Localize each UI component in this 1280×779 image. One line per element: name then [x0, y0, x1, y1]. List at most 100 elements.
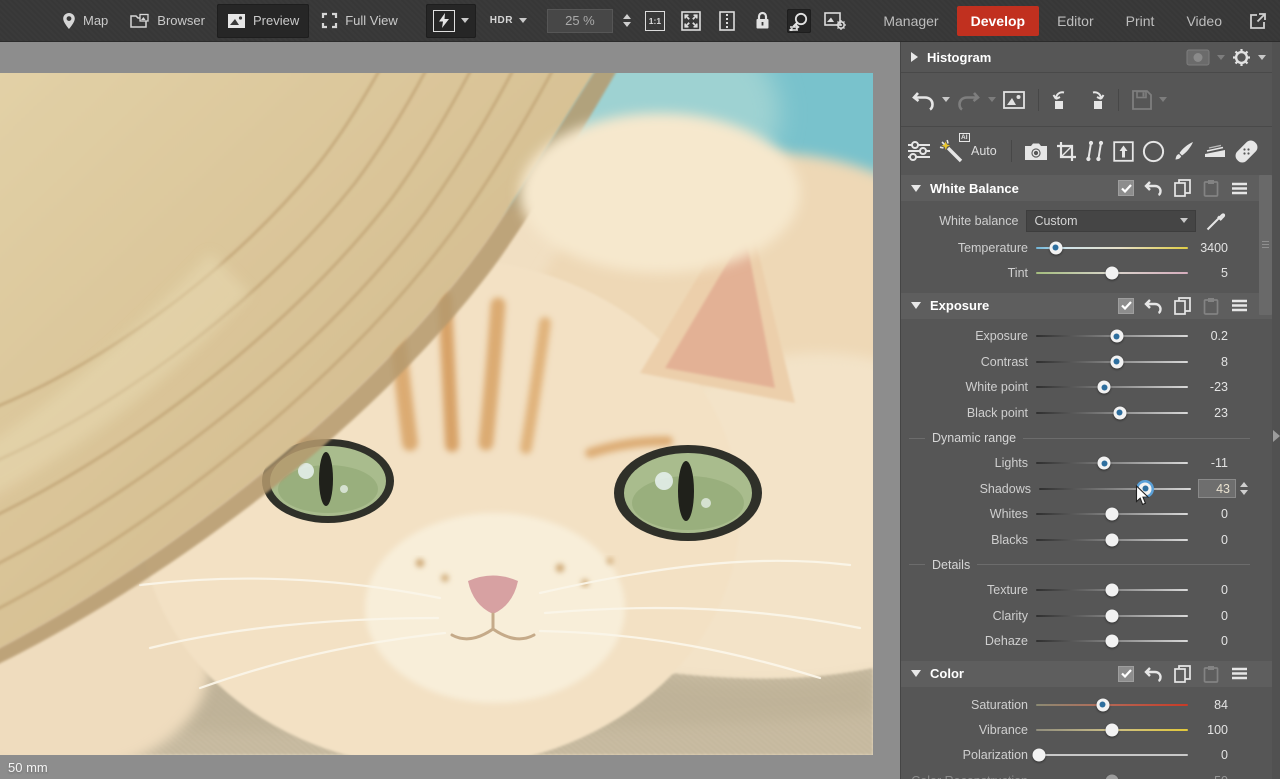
- slider-track-blacks[interactable]: [1036, 539, 1188, 541]
- section-reset-icon[interactable]: [1142, 178, 1164, 198]
- quick-edits-button[interactable]: [426, 4, 476, 38]
- slider-handle-lights[interactable]: [1098, 457, 1111, 470]
- perspective-tool-icon[interactable]: [1111, 139, 1136, 164]
- radial-filter-icon[interactable]: [1140, 138, 1167, 165]
- slider-handle-blacks[interactable]: [1106, 533, 1119, 546]
- eyedropper-icon[interactable]: [1204, 209, 1228, 233]
- slider-track-white-point[interactable]: [1036, 386, 1188, 388]
- slider-handle-color-reconstruction[interactable]: [1106, 774, 1119, 779]
- slider-handle-polarization[interactable]: [1033, 749, 1046, 762]
- section-copy-icon[interactable]: [1172, 663, 1193, 685]
- panel-collapse-strip[interactable]: [1272, 42, 1280, 779]
- slider-handle-saturation[interactable]: [1096, 698, 1109, 711]
- photo-preview[interactable]: [0, 73, 873, 755]
- slider-handle-texture[interactable]: [1106, 584, 1119, 597]
- redo-button[interactable]: [955, 87, 983, 113]
- section-copy-icon[interactable]: [1172, 177, 1193, 199]
- section-copy-icon[interactable]: [1172, 295, 1193, 317]
- slider-track-contrast[interactable]: [1036, 361, 1188, 363]
- tab-print[interactable]: Print: [1112, 6, 1169, 36]
- tab-editor[interactable]: Editor: [1043, 6, 1108, 36]
- tab-manager[interactable]: Manager: [869, 6, 952, 36]
- section-paste-icon[interactable]: [1201, 177, 1221, 199]
- section-menu-icon[interactable]: [1229, 180, 1250, 197]
- auto-enhance-wand-icon[interactable]: AI: [937, 137, 967, 165]
- gear-icon[interactable]: [1232, 48, 1251, 67]
- slider-track-saturation[interactable]: [1036, 704, 1188, 706]
- chevron-down-icon[interactable]: [519, 18, 527, 23]
- slider-handle-exposure[interactable]: [1110, 330, 1123, 343]
- slider-track-temperature[interactable]: [1036, 247, 1188, 249]
- slider-handle-whites[interactable]: [1106, 508, 1119, 521]
- compare-button[interactable]: [787, 9, 811, 33]
- healing-bandage-icon[interactable]: [1233, 138, 1260, 165]
- brush-tool-icon[interactable]: [1171, 138, 1197, 164]
- section-enabled-checkbox[interactable]: [1118, 666, 1134, 682]
- slider-handle-tint[interactable]: [1106, 267, 1119, 280]
- tab-video[interactable]: Video: [1172, 6, 1236, 36]
- section-reset-icon[interactable]: [1142, 296, 1164, 316]
- value-stepper[interactable]: [1240, 482, 1248, 495]
- zoom-stepper[interactable]: [623, 14, 631, 27]
- preview-settings-button[interactable]: [823, 9, 847, 33]
- save-button[interactable]: [1130, 88, 1154, 112]
- white-balance-header[interactable]: White Balance: [901, 175, 1280, 201]
- slider-track-whites[interactable]: [1036, 513, 1188, 515]
- section-menu-icon[interactable]: [1229, 665, 1250, 682]
- full-view-button[interactable]: Full View: [311, 4, 408, 38]
- section-reset-icon[interactable]: [1142, 664, 1164, 684]
- slider-handle-contrast[interactable]: [1110, 355, 1123, 368]
- original-preview-button[interactable]: [1001, 89, 1027, 111]
- hdr-button[interactable]: HDR: [490, 15, 513, 26]
- undock-button[interactable]: [1246, 9, 1270, 33]
- section-enabled-checkbox[interactable]: [1118, 180, 1134, 196]
- slider-handle-temperature[interactable]: [1049, 241, 1062, 254]
- exposure-header[interactable]: Exposure: [901, 293, 1280, 319]
- soft-proofing-icon[interactable]: [1186, 49, 1210, 66]
- fit-to-screen-button[interactable]: [679, 9, 703, 33]
- camera-settings-icon[interactable]: [1022, 140, 1050, 163]
- section-enabled-checkbox[interactable]: [1118, 298, 1134, 314]
- slider-handle-dehaze[interactable]: [1106, 635, 1119, 648]
- slider-track-texture[interactable]: [1036, 589, 1188, 591]
- slider-track-shadows[interactable]: [1039, 488, 1191, 490]
- slider-handle-white-point[interactable]: [1098, 381, 1111, 394]
- panel-scrollbar[interactable]: [1259, 175, 1272, 315]
- slider-track-polarization[interactable]: [1036, 754, 1188, 756]
- slider-track-lights[interactable]: [1036, 462, 1188, 464]
- white-balance-dropdown[interactable]: Custom: [1026, 210, 1196, 232]
- slider-track-vibrance[interactable]: [1036, 729, 1188, 731]
- section-paste-icon[interactable]: [1201, 295, 1221, 317]
- slider-track-dehaze[interactable]: [1036, 640, 1188, 642]
- slider-value-input-shadows[interactable]: 43: [1198, 479, 1236, 498]
- chevron-down-icon[interactable]: [1217, 55, 1225, 60]
- section-paste-icon[interactable]: [1201, 663, 1221, 685]
- rotate-right-button[interactable]: [1081, 87, 1107, 113]
- chevron-down-icon[interactable]: [988, 97, 996, 102]
- chevron-down-icon[interactable]: [1258, 55, 1266, 60]
- browser-button[interactable]: Browser: [120, 4, 215, 38]
- adjustments-sliders-icon[interactable]: [905, 138, 933, 164]
- undo-button[interactable]: [909, 87, 937, 113]
- crop-tool-icon[interactable]: [1054, 139, 1079, 164]
- rotate-left-button[interactable]: [1050, 87, 1076, 113]
- section-menu-icon[interactable]: [1229, 297, 1250, 314]
- histogram-header[interactable]: Histogram: [901, 42, 1280, 73]
- slider-handle-clarity[interactable]: [1106, 609, 1119, 622]
- preview-button[interactable]: Preview: [217, 4, 309, 38]
- straighten-lines-icon[interactable]: [1083, 138, 1107, 164]
- one-to-one-button[interactable]: 1:1: [643, 9, 667, 33]
- slider-track-black-point[interactable]: [1036, 412, 1188, 414]
- chevron-down-icon[interactable]: [461, 18, 469, 23]
- lock-button[interactable]: [751, 9, 775, 33]
- gradient-filter-icon[interactable]: [1201, 140, 1229, 162]
- slider-track-exposure[interactable]: [1036, 335, 1188, 337]
- auto-button[interactable]: Auto: [971, 144, 997, 158]
- map-button[interactable]: Map: [52, 4, 118, 38]
- split-preview-button[interactable]: [715, 9, 739, 33]
- zoom-level-input[interactable]: 25 %: [547, 9, 613, 33]
- chevron-down-icon[interactable]: [942, 97, 950, 102]
- slider-track-clarity[interactable]: [1036, 615, 1188, 617]
- color-header[interactable]: Color: [901, 661, 1280, 687]
- tab-develop[interactable]: Develop: [957, 6, 1039, 36]
